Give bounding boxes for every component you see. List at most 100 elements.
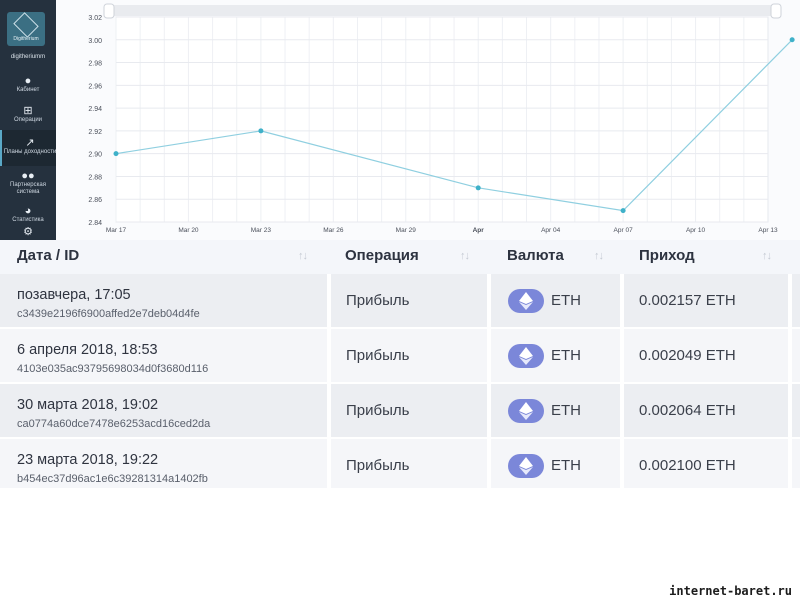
table-row: 30 марта 2018, 19:02 ca0774a60dce7478e62… <box>0 384 800 439</box>
sidebar-item-label: Партнерская система <box>10 181 46 195</box>
trend-icon: ↗ <box>25 137 35 149</box>
users-icon: ●● <box>21 169 35 182</box>
row-operation: Прибыль <box>346 457 410 474</box>
row-operation: Прибыль <box>346 402 410 419</box>
sort-icon[interactable]: ↑↓ <box>298 240 308 274</box>
operation-cell: Прибыль <box>331 329 487 382</box>
currency-cell: ETH <box>491 384 620 437</box>
operation-cell: Прибыль <box>331 439 487 488</box>
x-tick-label: Apr 10 <box>686 227 706 234</box>
sidebar-item-label: Операции <box>13 117 43 123</box>
y-tick-label: 3.00 <box>88 38 102 45</box>
logo[interactable]: Digitherium <box>7 11 45 46</box>
table-row: 6 апреля 2018, 18:53 4103e035ac937956980… <box>0 329 800 384</box>
row-income: 0.002157 ETH <box>639 292 736 309</box>
gear-icon: ⚙ <box>23 226 33 238</box>
operation-cell: Прибыль <box>331 384 487 437</box>
extra-cell <box>792 384 800 437</box>
date-cell: позавчера, 17:05 c3439e2196f6900affed2e7… <box>0 274 327 327</box>
sidebar-item-operations[interactable]: ⊞ Операции <box>0 100 56 132</box>
row-date: 23 марта 2018, 19:22 <box>17 452 159 468</box>
column-header-date[interactable]: Дата / ID <box>17 240 79 274</box>
y-tick-label: 2.90 <box>88 152 102 159</box>
row-date: 6 апреля 2018, 18:53 <box>17 342 158 358</box>
x-tick-label: Mar 23 <box>251 227 272 234</box>
row-income: 0.002049 ETH <box>639 347 736 364</box>
x-tick-label: Apr 07 <box>614 227 634 234</box>
x-tick-label: Apr <box>473 227 485 234</box>
pie-chart-icon: ◕ <box>24 205 32 217</box>
eth-icon <box>508 454 544 478</box>
x-tick-label: Mar 26 <box>323 227 344 234</box>
column-header-currency[interactable]: Валюта <box>507 240 564 274</box>
sidebar-item-partners[interactable]: ●● Партнерская система <box>0 166 56 202</box>
sort-icon[interactable]: ↑↓ <box>594 240 604 274</box>
row-hash: 4103e035ac93795698034d0f3680d116 <box>17 363 209 375</box>
grid-icon: ⊞ <box>23 105 33 117</box>
y-tick-label: 2.92 <box>88 129 102 136</box>
transactions-table: Дата / ID ↑↓ Операция ↑↓ Валюта ↑↓ Прихо… <box>0 240 800 488</box>
x-tick-label: Mar 17 <box>106 227 127 234</box>
row-hash: b454ec37d96ac1e6c39281314a1402fb <box>17 473 208 485</box>
sort-icon[interactable]: ↑↓ <box>460 240 470 274</box>
column-header-income[interactable]: Приход <box>639 240 695 274</box>
x-tick-label: Apr 04 <box>541 227 561 234</box>
data-point <box>789 37 795 43</box>
eth-icon <box>508 399 544 423</box>
chart-panel: 2.84 2.86 2.88 2.90 2.92 2.94 2.96 2.98 3.00 3.02… <box>56 0 800 240</box>
row-income: 0.002064 ETH <box>639 402 736 419</box>
row-hash: c3439e2196f6900affed2e7deb04d4fe <box>17 308 200 320</box>
table-row: 23 марта 2018, 19:22 b454ec37d96ac1e6c39… <box>0 439 800 488</box>
row-income: 0.002100 ETH <box>639 457 736 474</box>
row-hash: ca0774a60dce7478e6253acd16ced2da <box>17 418 211 430</box>
row-currency: ETH <box>551 347 581 364</box>
x-tick-label: Apr 13 <box>758 227 778 234</box>
date-cell: 6 апреля 2018, 18:53 4103e035ac937956980… <box>0 329 327 382</box>
line-chart: 2.84 2.86 2.88 2.90 2.92 2.94 2.96 2.98 3.00 3.02… <box>88 3 795 234</box>
sidebar-item-cabinet[interactable]: ● Кабинет <box>0 70 56 102</box>
row-date: позавчера, 17:05 <box>17 287 131 303</box>
currency-cell: ETH <box>491 329 620 382</box>
sidebar-item-more[interactable]: ⚙ <box>0 226 56 240</box>
user-icon: ● <box>24 75 32 87</box>
income-cell: 0.002157 ETH <box>624 274 788 327</box>
sidebar-item-label: Кабинет <box>16 87 40 93</box>
extra-cell <box>792 439 800 488</box>
row-operation: Прибыль <box>346 347 410 364</box>
data-point <box>475 185 481 191</box>
username: digitheriumm <box>10 54 46 60</box>
row-operation: Прибыль <box>346 292 410 309</box>
date-cell: 23 марта 2018, 19:22 b454ec37d96ac1e6c39… <box>0 439 327 488</box>
logo-mark-icon <box>13 11 39 38</box>
income-cell: 0.002064 ETH <box>624 384 788 437</box>
row-date: 30 марта 2018, 19:02 <box>17 397 159 413</box>
data-point <box>258 128 264 134</box>
watermark: internet-baret.ru <box>669 584 792 598</box>
row-currency: ETH <box>551 402 581 419</box>
table-row: позавчера, 17:05 c3439e2196f6900affed2e7… <box>0 274 800 329</box>
operation-cell: Прибыль <box>331 274 487 327</box>
row-currency: ETH <box>551 457 581 474</box>
y-tick-label: 2.96 <box>88 83 102 90</box>
extra-cell <box>792 274 800 327</box>
range-handle-right <box>770 3 782 19</box>
data-point <box>113 151 119 157</box>
range-handle-left <box>103 3 115 19</box>
extra-cell <box>792 329 800 382</box>
table-header: Дата / ID ↑↓ Операция ↑↓ Валюта ↑↓ Прихо… <box>0 240 800 274</box>
y-tick-label: 2.98 <box>88 61 102 68</box>
x-tick-label: Mar 29 <box>396 227 417 234</box>
x-tick-label: Mar 20 <box>178 227 199 234</box>
currency-cell: ETH <box>491 274 620 327</box>
income-cell: 0.002049 ETH <box>624 329 788 382</box>
y-tick-label: 2.94 <box>88 106 102 113</box>
y-tick-label: 2.88 <box>88 174 102 181</box>
plot-background <box>115 16 769 223</box>
eth-icon <box>508 344 544 368</box>
income-cell: 0.002100 ETH <box>624 439 788 488</box>
sort-icon[interactable]: ↑↓ <box>762 240 772 274</box>
column-header-operation[interactable]: Операция <box>345 240 419 274</box>
sidebar-item-plans[interactable]: ↗ Планы доходности <box>0 130 58 166</box>
row-currency: ETH <box>551 292 581 309</box>
date-cell: 30 марта 2018, 19:02 ca0774a60dce7478e62… <box>0 384 327 437</box>
